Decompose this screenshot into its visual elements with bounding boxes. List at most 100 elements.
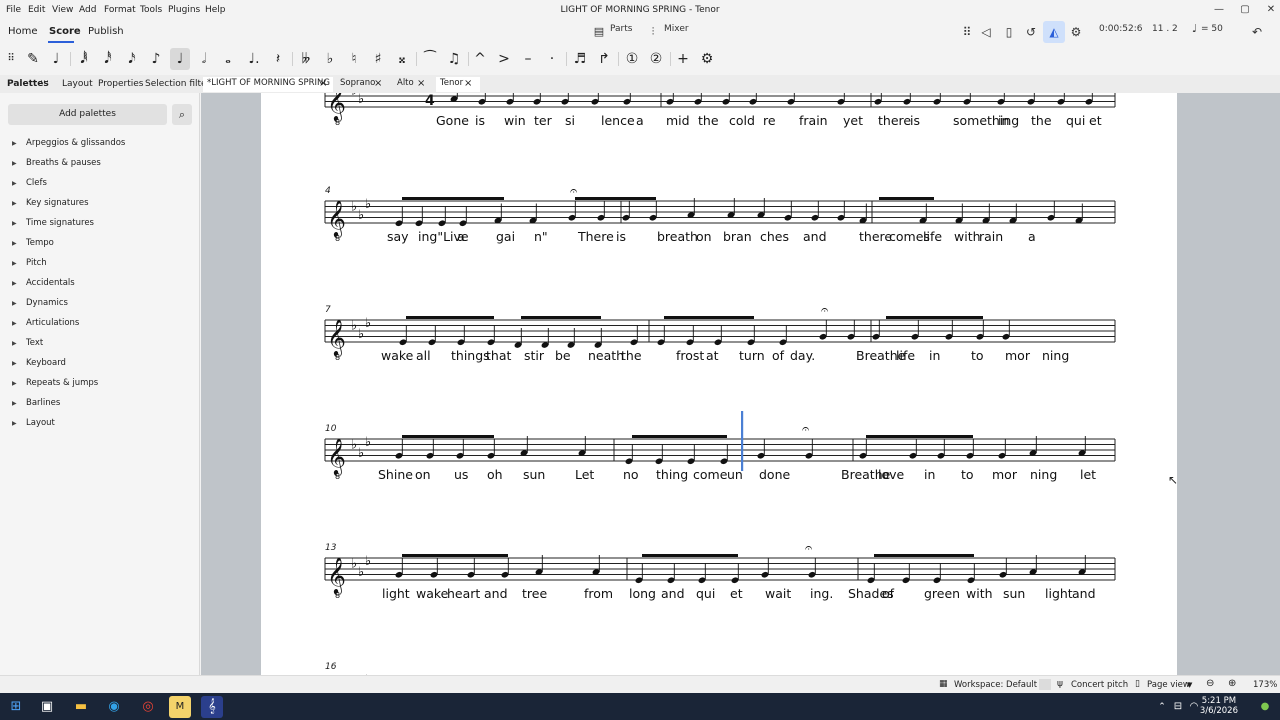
- lyric-syllable[interactable]: Let: [575, 467, 594, 482]
- close-tab-icon[interactable]: ×: [464, 77, 472, 90]
- expand-arrow-icon[interactable]: ▶: [12, 260, 26, 267]
- expand-arrow-icon[interactable]: ▶: [12, 360, 26, 367]
- menu-add[interactable]: Add: [79, 5, 96, 15]
- quarter-note-icon[interactable]: ♩: [170, 48, 190, 70]
- 16th-note-icon[interactable]: 𝅘𝅥𝅯: [122, 48, 142, 70]
- whole-note-icon[interactable]: 𝅝: [218, 48, 238, 70]
- concert-pitch-label[interactable]: Concert pitch: [1071, 680, 1128, 690]
- lyric-syllable[interactable]: to: [971, 348, 984, 363]
- chevron-down-icon[interactable]: ▼: [1187, 681, 1192, 689]
- palette-item[interactable]: ▶ Layout: [12, 418, 55, 428]
- expand-arrow-icon[interactable]: ▶: [12, 320, 26, 327]
- expand-arrow-icon[interactable]: ▶: [12, 160, 26, 167]
- palette-item[interactable]: ▶ Dynamics: [12, 298, 68, 308]
- concert-pitch-toggle[interactable]: [1039, 679, 1051, 690]
- expand-arrow-icon[interactable]: ▶: [12, 220, 26, 227]
- lyric-syllable[interactable]: There: [577, 229, 614, 244]
- score-notation[interactable]: 𝄞8♭♭♭4Goneiswintersilenceamidthecoldrefr…: [261, 93, 1177, 675]
- tab-home[interactable]: Home: [8, 26, 38, 37]
- expand-arrow-icon[interactable]: ▶: [12, 240, 26, 247]
- expand-arrow-icon[interactable]: ▶: [12, 180, 26, 187]
- lyric-syllable[interactable]: say: [387, 229, 409, 244]
- voice-1-icon[interactable]: ①: [622, 48, 642, 70]
- lyric-syllable[interactable]: n": [534, 229, 548, 244]
- lyric-syllable[interactable]: life: [923, 229, 942, 244]
- tab-selection-filter[interactable]: Selection filter: [145, 79, 210, 89]
- lyric-syllable[interactable]: and: [803, 229, 827, 244]
- lyric-syllable[interactable]: is: [616, 229, 626, 244]
- palette-item[interactable]: ▶ Articulations: [12, 318, 79, 328]
- lyric-syllable[interactable]: light: [1045, 586, 1073, 601]
- tenuto-icon[interactable]: –: [518, 48, 538, 70]
- task-view-icon[interactable]: ▣: [36, 696, 58, 718]
- score-tab-tenor[interactable]: Tenor ×: [436, 77, 480, 92]
- close-icon[interactable]: ✕: [1258, 2, 1280, 18]
- lyric-syllable[interactable]: light: [382, 586, 410, 601]
- lyric-syllable[interactable]: tree: [522, 586, 547, 601]
- note-beam[interactable]: [664, 316, 754, 319]
- 32nd-note-icon[interactable]: 𝅘𝅥𝅰: [98, 48, 118, 70]
- rest-icon[interactable]: 𝄽: [268, 48, 288, 70]
- lyric-syllable[interactable]: come: [693, 467, 728, 482]
- lyric-syllable[interactable]: heart: [447, 586, 480, 601]
- lyric-syllable[interactable]: Shine: [378, 467, 413, 482]
- score-canvas[interactable]: 𝄞8♭♭♭4Goneiswintersilenceamidthecoldrefr…: [201, 93, 1280, 675]
- lyric-syllable[interactable]: in: [924, 467, 935, 482]
- taskbar-clock[interactable]: 5:21 PM 3/6/2026: [1200, 696, 1238, 716]
- palette-item[interactable]: ▶ Breaths & pauses: [12, 158, 101, 168]
- lyric-syllable[interactable]: the: [698, 113, 719, 128]
- lyric-syllable[interactable]: ches: [760, 229, 789, 244]
- lyric-syllable[interactable]: a: [1028, 229, 1036, 244]
- lyric-syllable[interactable]: to: [961, 467, 974, 482]
- palette-item[interactable]: ▶ Time signatures: [12, 218, 94, 228]
- lyric-syllable[interactable]: bran: [723, 229, 752, 244]
- zoom-in-icon[interactable]: ⊕: [1228, 678, 1236, 689]
- lyric-syllable[interactable]: wait: [765, 586, 791, 601]
- app-icon[interactable]: M: [169, 696, 191, 718]
- lyric-syllable[interactable]: qui: [1066, 113, 1085, 128]
- input-mode-icon[interactable]: ♩: [46, 48, 66, 70]
- note-beam[interactable]: [402, 435, 494, 438]
- sharp-icon[interactable]: ♯: [368, 48, 388, 70]
- half-note-icon[interactable]: 𝅗𝅥: [194, 48, 214, 70]
- eighth-note-icon[interactable]: ♪: [146, 48, 166, 70]
- lyric-syllable[interactable]: the: [621, 348, 642, 363]
- lyric-syllable[interactable]: the: [1031, 113, 1052, 128]
- minimize-icon[interactable]: —: [1206, 2, 1232, 18]
- close-tab-icon[interactable]: ×: [417, 77, 425, 90]
- lyric-syllable[interactable]: ing.: [810, 586, 833, 601]
- lyric-syllable[interactable]: ter: [534, 113, 553, 128]
- file-explorer-icon[interactable]: ▬: [70, 696, 92, 718]
- lyric-syllable[interactable]: a: [636, 113, 644, 128]
- zoom-level[interactable]: 173%: [1253, 680, 1277, 690]
- lyric-syllable[interactable]: yet: [843, 113, 863, 128]
- maximize-icon[interactable]: ▢: [1232, 2, 1258, 18]
- lyric-syllable[interactable]: of: [772, 348, 785, 363]
- page-view-selector[interactable]: Page view: [1147, 680, 1190, 690]
- workspace-selector[interactable]: Workspace: Default: [954, 680, 1037, 690]
- accent-icon[interactable]: >: [494, 48, 514, 70]
- parts-button[interactable]: Parts: [610, 24, 632, 34]
- mixer-icon[interactable]: ⫶: [642, 21, 664, 43]
- lyric-syllable[interactable]: wake: [381, 348, 414, 363]
- lyric-syllable[interactable]: on: [415, 467, 431, 482]
- palette-search-icon[interactable]: ⌕: [172, 104, 192, 125]
- lyric-syllable[interactable]: wake: [416, 586, 449, 601]
- score-tab-soprano[interactable]: Soprano ×: [336, 77, 390, 92]
- palette-item[interactable]: ▶ Barlines: [12, 398, 60, 408]
- note-beam[interactable]: [521, 316, 601, 319]
- lyric-syllable[interactable]: day.: [790, 348, 815, 363]
- palette-item[interactable]: ▶ Accidentals: [12, 278, 75, 288]
- expand-arrow-icon[interactable]: ▶: [12, 140, 26, 147]
- chrome-icon[interactable]: ◎: [137, 696, 159, 718]
- lyric-syllable[interactable]: there: [878, 113, 911, 128]
- tab-score[interactable]: Score: [49, 26, 81, 37]
- staccato-icon[interactable]: ·: [542, 48, 562, 70]
- lyric-syllable[interactable]: sun: [523, 467, 545, 482]
- lyric-syllable[interactable]: in: [929, 348, 940, 363]
- musescore-icon[interactable]: 𝄞: [201, 696, 223, 718]
- note-beam[interactable]: [402, 197, 504, 200]
- double-flat-icon[interactable]: 𝄫: [296, 48, 316, 70]
- palette-item[interactable]: ▶ Repeats & jumps: [12, 378, 98, 388]
- mixer-button[interactable]: Mixer: [664, 24, 689, 34]
